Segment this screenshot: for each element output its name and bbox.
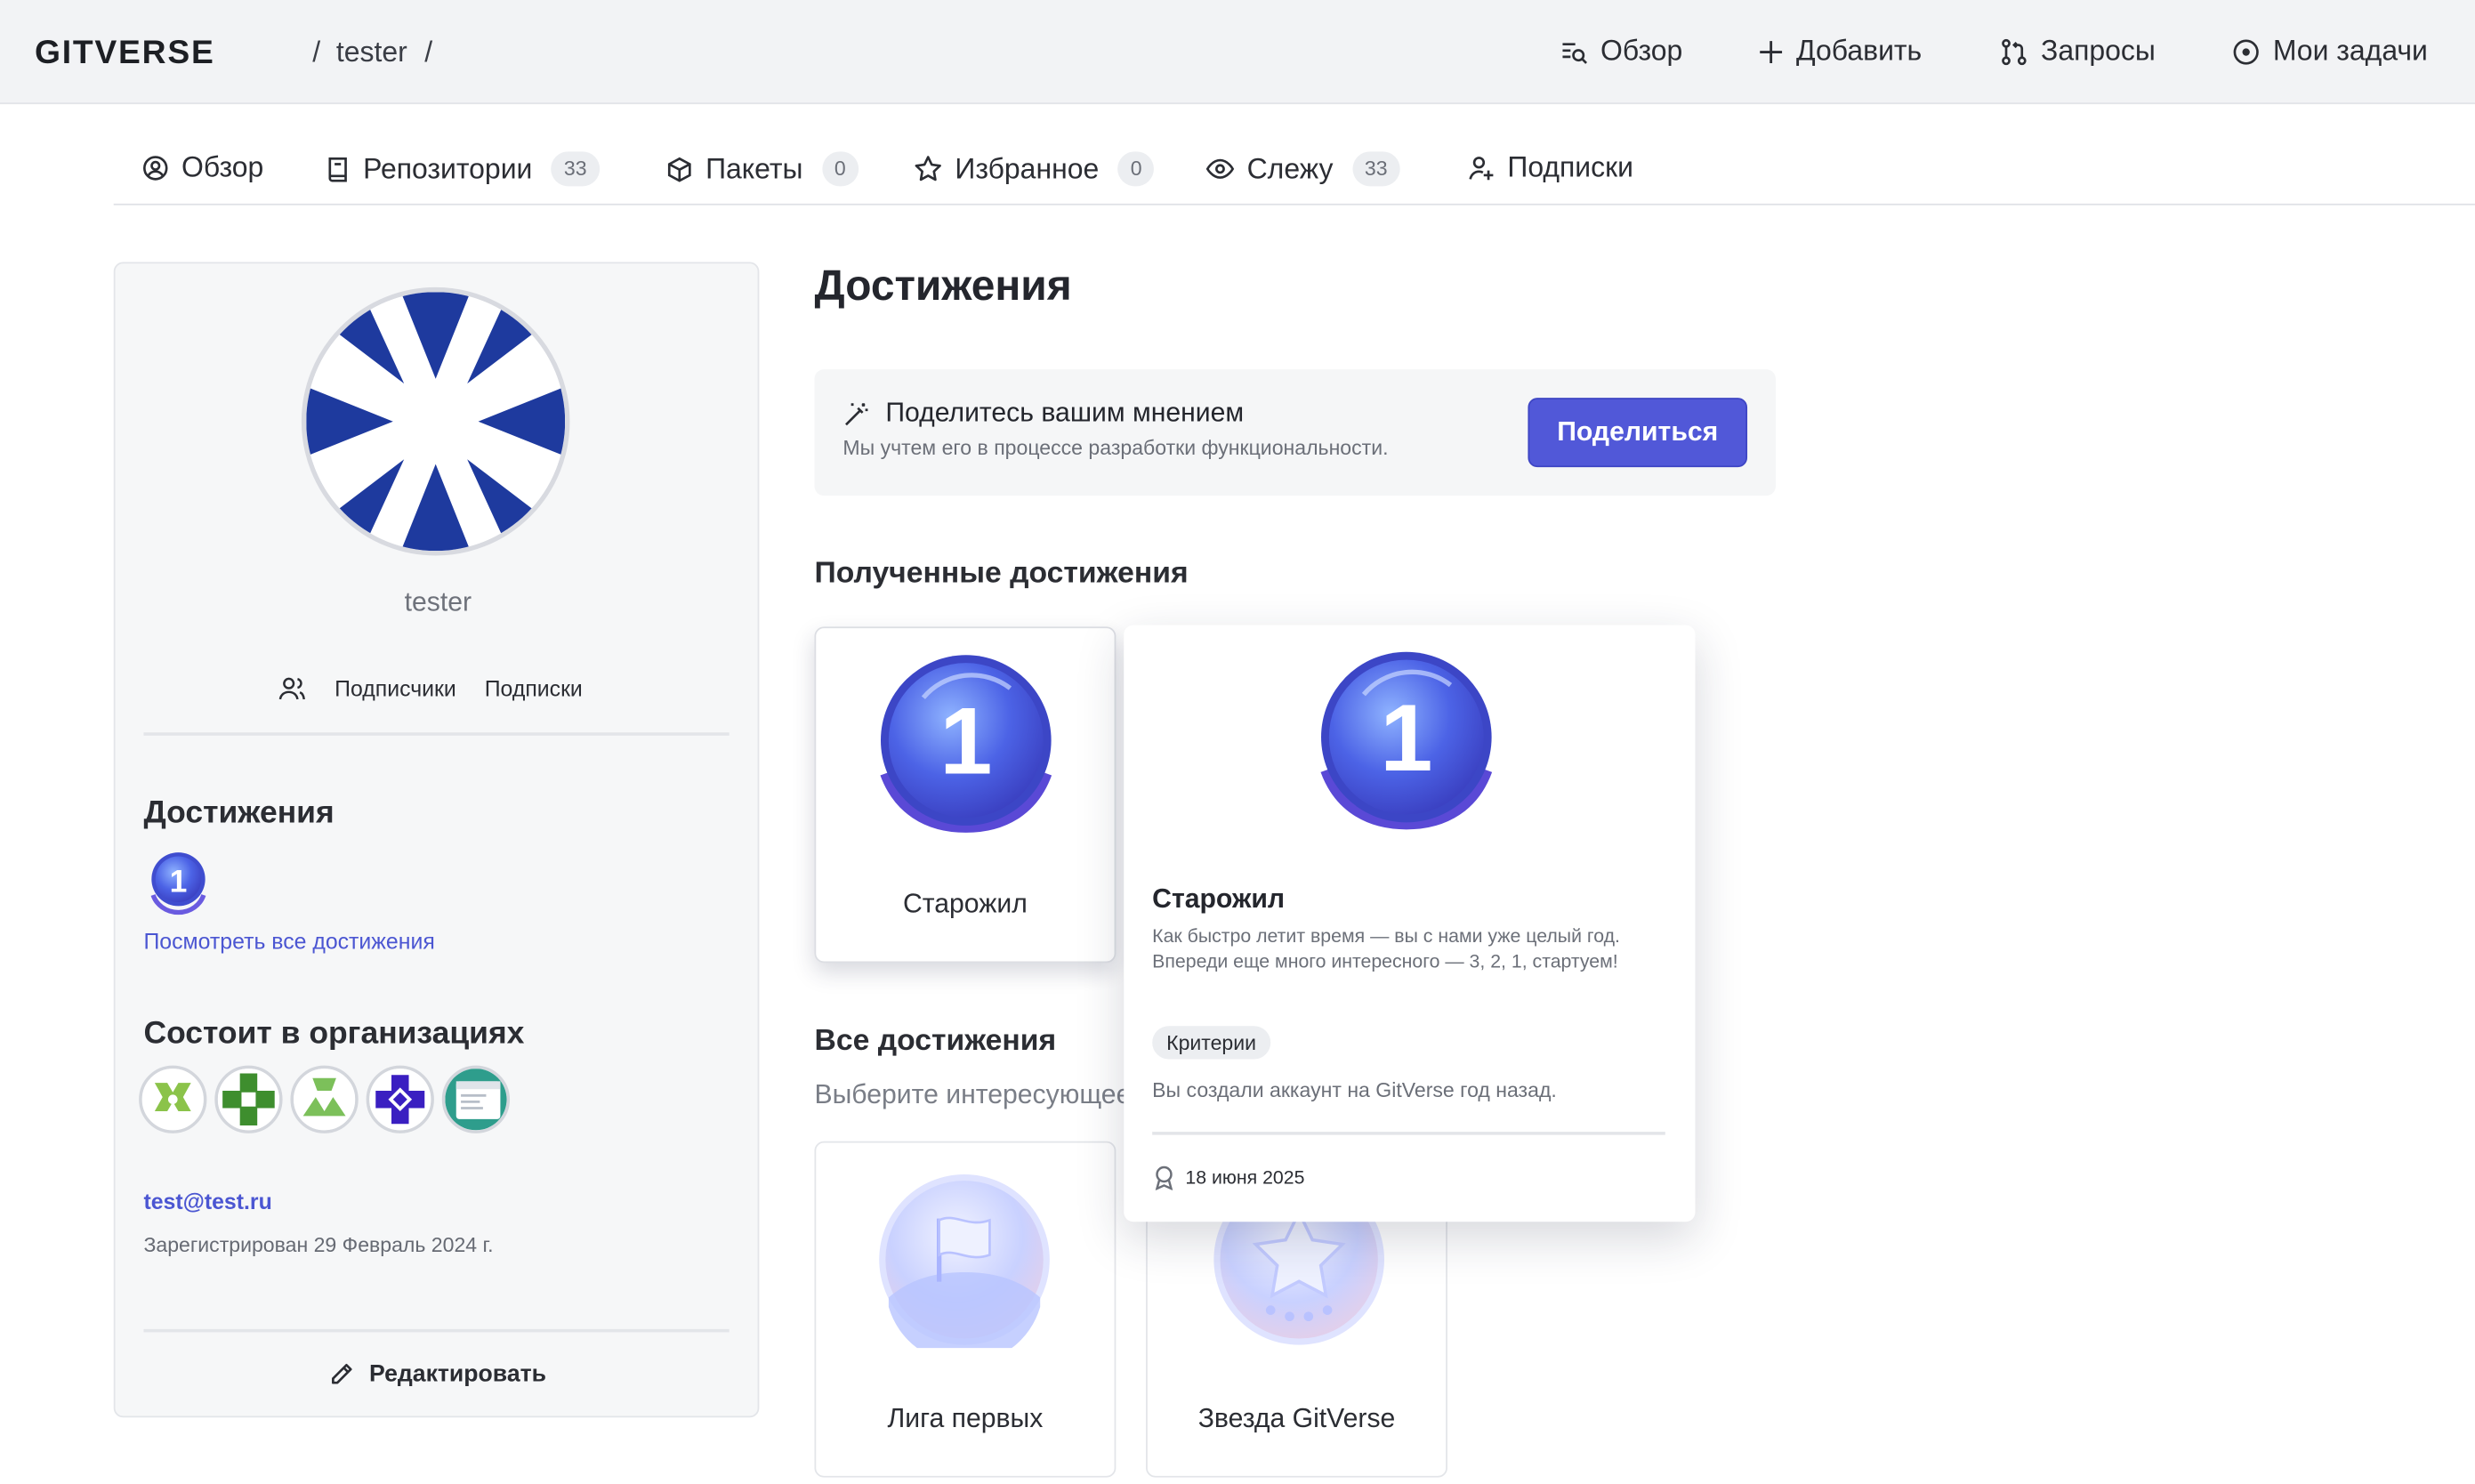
achievement-card-first-league[interactable]: Лига первых	[814, 1141, 1117, 1478]
nav-overview-label: Обзор	[1600, 35, 1683, 67]
page-title: Достижения	[814, 262, 1072, 310]
avatar[interactable]	[301, 286, 570, 556]
followers-link[interactable]: Подписчики	[335, 675, 456, 700]
tab-repositories[interactable]: Репозитории 33	[325, 151, 600, 187]
divider	[1152, 1132, 1665, 1135]
profile-tabs: Обзор Репозитории 33 Пакеты 0 Избранное …	[113, 133, 2475, 206]
pencil-icon	[331, 1363, 352, 1384]
plus-icon	[1760, 40, 1783, 63]
organizations-title: Состоит в организациях	[143, 1016, 525, 1052]
nav-add-label: Добавить	[1796, 35, 1923, 67]
tab-favorites[interactable]: Избранное 0	[914, 151, 1155, 187]
popover-description: Как быстро летит время — вы с нами уже ц…	[1152, 924, 1620, 972]
profile-sidebar: tester Подписчики Подписки Достижения 1 …	[113, 262, 762, 1418]
star-icon	[915, 156, 941, 181]
edit-profile-label: Редактировать	[368, 1360, 547, 1388]
org-avatar[interactable]	[139, 1065, 207, 1133]
criteria-chip: Критерии	[1152, 1026, 1270, 1060]
nav-add[interactable]: Добавить	[1758, 35, 1922, 68]
user-circle-icon	[143, 156, 168, 181]
tab-watching-label: Слежу	[1246, 152, 1334, 184]
tab-favorites-label: Избранное	[955, 152, 1100, 184]
repositories-count-badge: 33	[551, 151, 600, 187]
registration-date: Зарегистрирован 29 Февраль 2024 г.	[143, 1232, 494, 1257]
nav-my-tasks-label: Мои задачи	[2272, 35, 2428, 67]
tab-overview[interactable]: Обзор	[142, 151, 264, 184]
divider	[143, 1328, 730, 1333]
gitverse-logo[interactable]: GITVERSE	[35, 35, 303, 69]
organizations-list	[139, 1065, 511, 1133]
achievement-card-label: Звезда GitVerse	[1197, 1403, 1396, 1433]
achievement-date: 18 июня 2025	[1152, 1165, 1304, 1190]
top-bar: GITVERSE / tester / Обзор Добавить Запро…	[0, 0, 2475, 105]
breadcrumb-user[interactable]: tester	[336, 36, 407, 69]
user-plus-icon	[1469, 157, 1494, 181]
achievement-card-label: Лига первых	[887, 1403, 1044, 1433]
received-achievements-title: Полученные достижения	[814, 557, 1189, 591]
feedback-title: Поделитесь вашим мнением	[885, 398, 1245, 428]
tab-watching[interactable]: Слежу 33	[1205, 151, 1400, 187]
profile-username: tester	[404, 587, 472, 617]
user-email[interactable]: test@test.ru	[143, 1189, 271, 1214]
org-avatar[interactable]	[290, 1065, 359, 1133]
overview-search-icon	[1562, 42, 1588, 64]
magic-wand-icon	[845, 402, 868, 425]
medal-number-one-icon: 1	[876, 654, 1056, 834]
tab-packages-label: Пакеты	[705, 152, 803, 184]
svg-text:GITVERSE: GITVERSE	[35, 35, 215, 69]
award-icon	[1155, 1165, 1173, 1190]
circle-dot-icon	[2233, 38, 2259, 64]
users-icon	[278, 677, 305, 700]
edit-profile-button[interactable]: Редактировать	[116, 1360, 762, 1388]
book-icon	[328, 157, 347, 181]
sidebar-achievements-title: Достижения	[143, 795, 335, 831]
view-all-achievements-link[interactable]: Посмотреть все достижения	[143, 928, 434, 953]
svg-text:1: 1	[939, 688, 992, 794]
feedback-title-row: Поделитесь вашим мнением	[842, 398, 1244, 429]
org-avatar[interactable]	[366, 1065, 434, 1133]
svg-text:1: 1	[170, 863, 188, 899]
tab-packages[interactable]: Пакеты 0	[666, 151, 859, 187]
achievement-badge-oldtimer[interactable]: 1	[143, 848, 213, 917]
pull-request-icon	[2002, 38, 2027, 65]
tab-subscriptions[interactable]: Подписки	[1468, 151, 1633, 184]
achievement-card-label: Старожил	[902, 888, 1028, 919]
tab-repositories-label: Репозитории	[363, 152, 533, 184]
org-avatar[interactable]	[214, 1065, 283, 1133]
tab-subscriptions-label: Подписки	[1507, 151, 1633, 183]
followers-row: Подписчики Подписки	[278, 675, 583, 701]
feedback-banner: Поделитесь вашим мнением Мы учтем его в …	[814, 369, 1776, 496]
org-avatar[interactable]	[441, 1065, 511, 1133]
packages-count-badge: 0	[821, 151, 859, 187]
following-link[interactable]: Подписки	[485, 675, 583, 700]
achievement-card-oldtimer[interactable]: 1 Старожил	[814, 626, 1117, 964]
breadcrumb-separator: /	[424, 36, 433, 69]
tab-overview-label: Обзор	[181, 151, 264, 183]
nav-requests[interactable]: Запросы	[2000, 35, 2156, 68]
medal-number-one-icon: 1	[1317, 650, 1496, 830]
feedback-subtitle: Мы учтем его в процессе разработки функц…	[842, 435, 1389, 460]
all-achievements-subtitle: Выберите интересующее	[814, 1079, 1131, 1110]
eye-icon	[1205, 158, 1235, 179]
svg-text:1: 1	[1380, 685, 1432, 791]
popover-title: Старожил	[1152, 883, 1286, 915]
nav-overview[interactable]: Обзор	[1560, 35, 1682, 68]
watching-count-badge: 33	[1351, 151, 1400, 187]
achievement-details-popover: 1 Старожил Как быстро летит время — вы с…	[1124, 625, 1696, 1222]
flag-medal-icon	[876, 1171, 1053, 1349]
nav-my-tasks[interactable]: Мои задачи	[2232, 35, 2428, 68]
breadcrumb-separator: /	[312, 36, 321, 69]
all-achievements-title: Все достижения	[814, 1024, 1057, 1058]
package-icon	[667, 156, 691, 181]
share-button[interactable]: Поделиться	[1528, 398, 1748, 468]
achievement-date-label: 18 июня 2025	[1185, 1166, 1305, 1189]
divider	[143, 732, 730, 736]
criteria-text: Вы создали аккаунт на GitVerse год назад…	[1152, 1077, 1557, 1102]
favorites-count-badge: 0	[1117, 151, 1155, 187]
nav-requests-label: Запросы	[2041, 35, 2156, 67]
